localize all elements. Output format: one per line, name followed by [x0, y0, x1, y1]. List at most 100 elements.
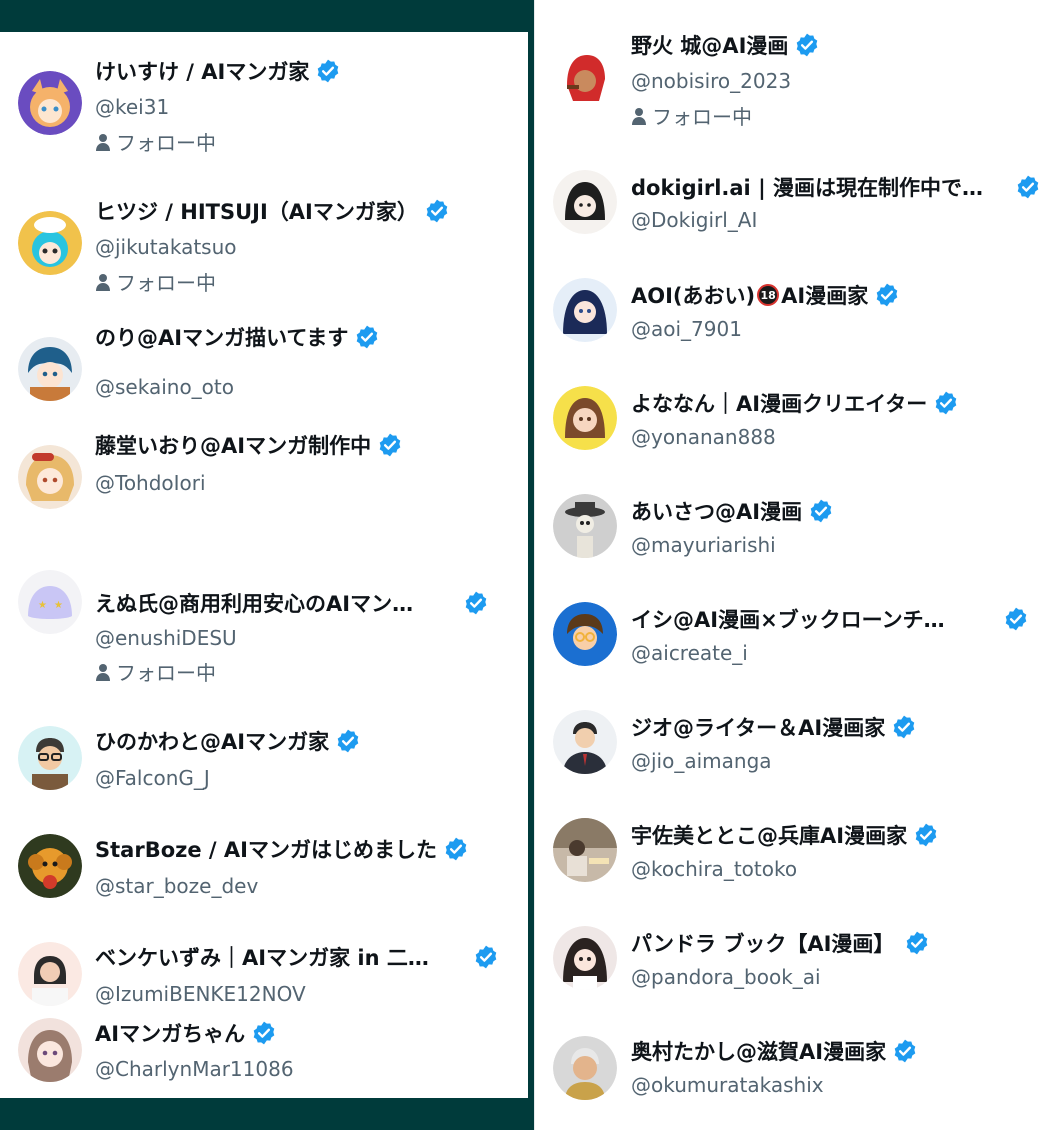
blonde-girl-avatar[interactable] — [18, 445, 82, 509]
red-hood-man-avatar[interactable] — [553, 45, 617, 109]
user-handle[interactable]: @jio_aimanga — [631, 749, 772, 773]
sketch-girl-avatar[interactable] — [553, 170, 617, 234]
display-name[interactable]: 宇佐美ととこ@兵庫AI漫画家 — [631, 820, 939, 850]
no-under-18-icon: 18 — [757, 284, 780, 306]
display-name[interactable]: 奥村たかし@滋賀AI漫画家 — [631, 1036, 918, 1066]
user-handle[interactable]: @pandora_book_ai — [631, 965, 821, 989]
display-name-text: AOI(あおい) — [631, 284, 756, 308]
left-user-list: けいすけ / AIマンガ家 @kei31 フォロー中 ヒツジ / HITSUJI… — [0, 32, 528, 1098]
following-label: フォロー中 — [116, 661, 216, 685]
display-name[interactable]: あいさつ@AI漫画 — [631, 496, 834, 526]
display-name-text: AIマンガちゃん — [95, 1022, 246, 1046]
display-name-text: ひのかわと@AIマンガ家 — [95, 730, 330, 754]
person-icon — [96, 663, 110, 681]
display-name-text: パンドラ ブック【AI漫画】 — [631, 932, 895, 956]
display-name[interactable]: ひのかわと@AIマンガ家 — [95, 726, 361, 756]
display-name[interactable]: 野火 城@AI漫画 — [631, 30, 820, 60]
display-name[interactable]: のり@AIマンガ描いてます — [95, 322, 380, 352]
verified-badge-icon — [891, 714, 917, 740]
anime-boy-avatar[interactable] — [18, 337, 82, 401]
user-handle[interactable]: @sekaino_oto — [95, 375, 234, 399]
fox-girl-avatar[interactable] — [18, 71, 82, 135]
blue-hair-girl-avatar[interactable] — [553, 278, 617, 342]
display-name-text: ジオ@ライター＆AI漫画家 — [631, 716, 886, 740]
user-handle[interactable]: @IzumiBENKE12NOV — [95, 982, 306, 1006]
display-name[interactable]: 藤堂いおり@AIマンガ制作中 — [95, 430, 403, 460]
display-name[interactable]: StarBoze / AIマンガはじめました — [95, 834, 469, 864]
display-name-text: ヒツジ / HITSUJI（AIマンガ家） — [95, 200, 418, 224]
user-handle[interactable]: @FalconG_J — [95, 766, 210, 790]
glasses-man-avatar[interactable] — [18, 726, 82, 790]
display-name[interactable]: ジオ@ライター＆AI漫画家 — [631, 712, 917, 742]
old-man-avatar[interactable] — [553, 1036, 617, 1100]
display-name-text: dokigirl.ai | 漫画は現在制作中で… — [631, 176, 984, 200]
display-name[interactable]: イシ@AI漫画×ブックローンチ… — [631, 604, 1029, 634]
dark-hair-girl-avatar[interactable] — [553, 926, 617, 990]
verified-badge-icon — [354, 324, 380, 350]
display-name-text: 藤堂いおり@AIマンガ制作中 — [95, 434, 372, 458]
verified-badge-icon — [251, 1020, 277, 1046]
display-name-text: よななん｜AI漫画クリエイター — [631, 392, 928, 416]
verified-badge-icon — [424, 198, 450, 224]
user-handle[interactable]: @yonanan888 — [631, 425, 776, 449]
suit-man-avatar[interactable] — [553, 710, 617, 774]
right-user-list: 野火 城@AI漫画 @nobisiro_2023 フォロー中 dokigirl.… — [534, 0, 1060, 1130]
user-handle[interactable]: @CharlynMar11086 — [95, 1057, 294, 1081]
verified-badge-icon — [1003, 606, 1029, 632]
svg-text:★: ★ — [54, 600, 63, 611]
verified-badge-icon — [904, 930, 930, 956]
verified-badge-icon — [808, 498, 834, 524]
verified-badge-icon — [335, 728, 361, 754]
display-name[interactable]: ヒツジ / HITSUJI（AIマンガ家） — [95, 196, 450, 226]
following-status: フォロー中 — [95, 127, 216, 156]
verified-badge-icon — [463, 590, 489, 616]
person-icon — [632, 107, 646, 125]
display-name[interactable]: えぬ氏@商用利用安心のAIマン… — [95, 588, 489, 618]
user-handle[interactable]: @Dokigirl_AI — [631, 208, 757, 232]
user-handle[interactable]: @jikutakatsuo — [95, 235, 237, 259]
display-name-text: 奥村たかし@滋賀AI漫画家 — [631, 1040, 887, 1064]
brown-hair-woman-avatar[interactable] — [553, 386, 617, 450]
following-label: フォロー中 — [652, 105, 752, 129]
display-name[interactable]: AIマンガちゃん — [95, 1018, 277, 1048]
glasses-boy-avatar[interactable] — [553, 602, 617, 666]
verified-badge-icon — [913, 822, 939, 848]
user-handle[interactable]: @aoi_7901 — [631, 317, 742, 341]
display-name-text: ベンケいずみ｜AIマンガ家 in 二… — [95, 946, 429, 970]
display-name-text: えぬ氏@商用利用安心のAIマン… — [95, 592, 414, 616]
user-handle[interactable]: @mayuriarishi — [631, 533, 776, 557]
verified-badge-icon — [874, 282, 900, 308]
cafe-woman-avatar[interactable] — [553, 818, 617, 882]
person-icon — [96, 133, 110, 151]
following-status: フォロー中 — [95, 267, 216, 296]
user-handle[interactable]: @TohdoIori — [95, 471, 206, 495]
user-handle[interactable]: @kochira_totoko — [631, 857, 797, 881]
user-handle[interactable]: @enushiDESU — [95, 626, 237, 650]
pink-hair-girl-avatar[interactable] — [18, 1018, 82, 1082]
sheep-girl-avatar[interactable] — [18, 211, 82, 275]
user-handle[interactable]: @star_boze_dev — [95, 874, 258, 898]
display-name[interactable]: dokigirl.ai | 漫画は現在制作中で… — [631, 172, 1041, 202]
following-label: フォロー中 — [116, 271, 216, 295]
verified-badge-icon — [377, 432, 403, 458]
display-name-text: のり@AIマンガ描いてます — [95, 326, 349, 350]
display-name[interactable]: パンドラ ブック【AI漫画】 — [631, 928, 930, 958]
display-name[interactable]: ベンケいずみ｜AIマンガ家 in 二… — [95, 942, 499, 972]
dog-avatar[interactable] — [18, 834, 82, 898]
following-status: フォロー中 — [95, 657, 216, 686]
woman-photo-avatar[interactable] — [18, 942, 82, 1006]
display-name-text: イシ@AI漫画×ブックローンチ… — [631, 608, 945, 632]
display-name[interactable]: AOI(あおい) 18 AI漫画家 — [631, 280, 900, 310]
user-handle[interactable]: @nobisiro_2023 — [631, 69, 791, 93]
slime-avatar[interactable]: ★ ★ — [18, 570, 82, 634]
verified-badge-icon — [794, 32, 820, 58]
display-name[interactable]: よななん｜AI漫画クリエイター — [631, 388, 959, 418]
skeleton-avatar[interactable] — [553, 494, 617, 558]
user-handle[interactable]: @okumuratakashix — [631, 1073, 824, 1097]
display-name-text: あいさつ@AI漫画 — [631, 500, 803, 524]
user-handle[interactable]: @aicreate_i — [631, 641, 748, 665]
display-name[interactable]: けいすけ / AIマンガ家 — [95, 56, 341, 86]
display-name-text-suffix: AI漫画家 — [781, 284, 869, 308]
user-handle[interactable]: @kei31 — [95, 95, 169, 119]
svg-text:★: ★ — [38, 600, 47, 611]
